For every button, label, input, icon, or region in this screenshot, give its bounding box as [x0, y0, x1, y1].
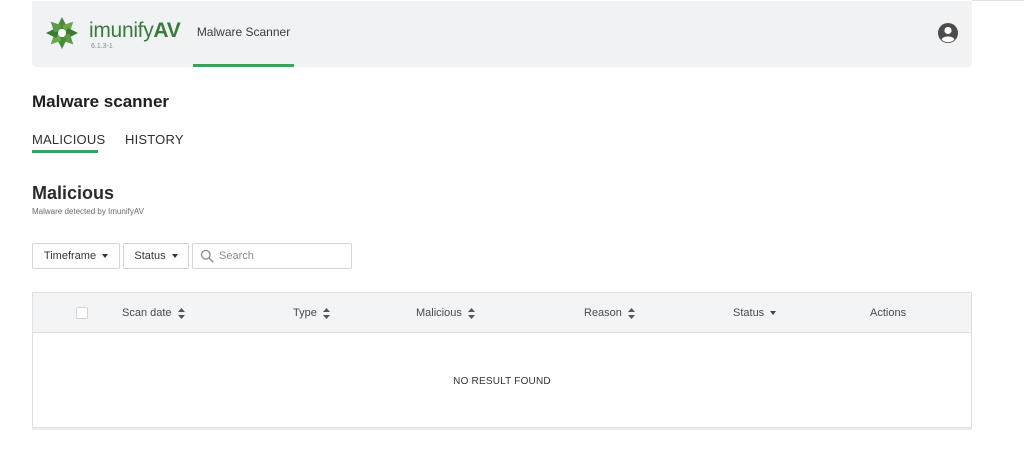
empty-state-message: NO RESULT FOUND [453, 376, 551, 387]
column-label: Type [293, 307, 317, 319]
column-label: Malicious [416, 307, 462, 319]
nav-tab-malware-scanner[interactable]: Malware Scanner [193, 1, 294, 67]
caret-down-icon [171, 254, 178, 258]
malicious-table: Scan date Type Malicious Reason Status A… [32, 292, 972, 428]
imunify-leaf-logo-icon[interactable] [44, 15, 80, 51]
user-avatar-icon[interactable] [938, 23, 958, 43]
column-label: Status [733, 307, 765, 319]
page-title: Malware scanner [32, 92, 170, 111]
timeframe-label: Timeframe [43, 250, 97, 262]
sort-icon [467, 307, 475, 319]
status-filter-label: Status [134, 250, 166, 262]
sort-icon [322, 307, 330, 319]
column-status[interactable]: Status [733, 307, 777, 319]
column-label: Actions [870, 307, 907, 319]
column-reason[interactable]: Reason [584, 307, 635, 319]
nav-tab-label: Malware Scanner [196, 25, 291, 39]
brand-suffix: AV [153, 19, 181, 42]
search-icon [200, 249, 214, 263]
column-label: Reason [584, 307, 622, 319]
tab-active-indicator [32, 150, 98, 153]
tab-history[interactable]: HISTORY [125, 132, 184, 147]
select-all-checkbox[interactable] [76, 307, 88, 319]
caret-down-icon [102, 254, 109, 258]
table-bottom-border [32, 428, 972, 430]
brand-name: imunifyAV [89, 19, 181, 43]
nav-tab-active-indicator [193, 64, 294, 67]
section-title: Malicious [32, 183, 115, 203]
caret-down-icon [770, 311, 777, 315]
column-actions: Actions [870, 307, 906, 319]
timeframe-dropdown[interactable]: Timeframe [32, 243, 120, 269]
version-label: 6.1.3-1 [91, 43, 113, 50]
column-malicious[interactable]: Malicious [416, 307, 475, 319]
sort-icon [627, 307, 635, 319]
top-navigation-bar: imunifyAV 6.1.3-1 Malware Scanner [32, 1, 972, 67]
table-header: Scan date Type Malicious Reason Status A… [33, 293, 971, 333]
search-box[interactable] [192, 243, 352, 269]
sort-icon [177, 307, 185, 319]
tab-malicious[interactable]: MALICIOUS [32, 132, 105, 147]
section-subtitle: Malware detected by ImunifyAV [32, 207, 144, 216]
top-divider [972, 0, 1024, 1]
column-scan-date[interactable]: Scan date [122, 307, 185, 319]
column-type[interactable]: Type [293, 307, 330, 319]
column-label: Scan date [122, 307, 172, 319]
brand-prefix: imunify [89, 19, 154, 42]
status-dropdown[interactable]: Status [123, 243, 189, 269]
search-input[interactable] [219, 247, 347, 265]
